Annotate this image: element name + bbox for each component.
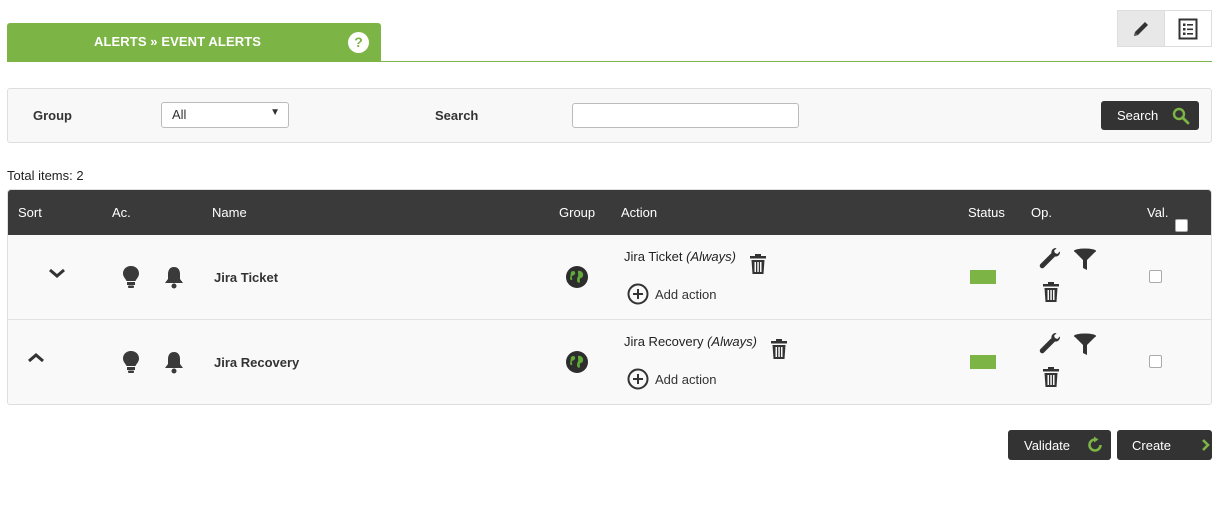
trash-icon[interactable]: [1042, 366, 1060, 391]
search-button[interactable]: Search: [1101, 101, 1199, 130]
alert-name[interactable]: Jira Ticket: [214, 270, 278, 285]
status-indicator: [970, 355, 996, 369]
globe-icon: [565, 350, 589, 377]
col-sort[interactable]: Sort: [18, 205, 42, 220]
total-items: Total items: 2: [7, 168, 84, 183]
validate-checkbox[interactable]: [1149, 355, 1162, 368]
section-tab: ALERTS » EVENT ALERTS ?: [7, 23, 381, 62]
filter-panel: Group All ▼ Search Search: [7, 88, 1212, 143]
search-icon: [1173, 107, 1190, 124]
wrench-icon[interactable]: [1039, 332, 1063, 359]
chevron-up-icon[interactable]: [27, 352, 45, 367]
bell-icon[interactable]: [163, 350, 185, 377]
col-val: Val.: [1147, 205, 1169, 220]
refresh-icon: [1088, 436, 1102, 452]
validate-button-label: Validate: [1024, 437, 1071, 453]
list-icon[interactable]: [1165, 11, 1212, 46]
create-button-label: Create: [1132, 437, 1172, 453]
page-title: ALERTS » EVENT ALERTS: [94, 34, 262, 49]
help-icon[interactable]: ?: [348, 32, 369, 53]
wrench-icon[interactable]: [1039, 247, 1063, 274]
trash-icon[interactable]: [1042, 281, 1060, 306]
add-action-link[interactable]: Add action: [627, 368, 716, 390]
alert-name[interactable]: Jira Recovery: [214, 355, 299, 370]
status-indicator: [970, 270, 996, 284]
search-input[interactable]: [572, 103, 799, 128]
group-label: Group: [33, 108, 72, 123]
table-row: Jira Ticket Jira Ticket (Always) Add act…: [8, 235, 1211, 320]
plus-circle-icon: [627, 368, 649, 390]
col-group: Group: [559, 205, 596, 220]
add-action-link[interactable]: Add action: [627, 283, 716, 305]
search-label: Search: [435, 108, 479, 123]
table-header: Sort Ac. Name Group Action Status Op. Va…: [8, 190, 1211, 235]
chevron-down-icon: ▼: [270, 107, 280, 118]
table-row: Jira Recovery Jira Recovery (Always) Add…: [8, 320, 1211, 404]
plus-circle-icon: [627, 283, 649, 305]
action-name: Jira Recovery: [624, 334, 704, 349]
action-entry: Jira Recovery (Always): [624, 334, 757, 349]
col-name: Name: [212, 205, 247, 220]
create-button[interactable]: Create: [1117, 430, 1212, 460]
group-select[interactable]: All ▼: [161, 102, 289, 128]
alerts-table: Sort Ac. Name Group Action Status Op. Va…: [7, 189, 1212, 405]
add-action-label: Add action: [655, 286, 717, 302]
validate-checkbox[interactable]: [1149, 270, 1162, 283]
col-ac: Ac.: [112, 205, 131, 220]
trash-icon[interactable]: [770, 338, 788, 363]
col-action: Action: [621, 205, 658, 220]
globe-icon: [565, 265, 589, 292]
search-button-label: Search: [1117, 108, 1159, 123]
action-mode: (Always): [707, 334, 757, 349]
col-status: Status: [968, 205, 1005, 220]
group-select-value: All: [172, 107, 187, 122]
action-entry: Jira Ticket (Always): [624, 249, 736, 264]
action-mode: (Always): [686, 249, 736, 264]
chevron-down-icon[interactable]: [48, 267, 66, 282]
chevron-right-icon: [1202, 439, 1210, 451]
action-name: Jira Ticket: [624, 249, 683, 264]
filter-icon[interactable]: [1073, 333, 1097, 358]
pencil-icon[interactable]: [1118, 11, 1165, 46]
lightbulb-icon[interactable]: [122, 265, 140, 292]
lightbulb-icon[interactable]: [122, 350, 140, 377]
trash-icon[interactable]: [749, 253, 767, 278]
view-toggle: [1117, 10, 1212, 47]
add-action-label: Add action: [655, 371, 717, 387]
bell-icon[interactable]: [163, 265, 185, 292]
filter-icon[interactable]: [1073, 248, 1097, 273]
header-divider: [7, 61, 1212, 62]
col-op: Op.: [1031, 205, 1052, 220]
validate-button[interactable]: Validate: [1008, 430, 1111, 460]
